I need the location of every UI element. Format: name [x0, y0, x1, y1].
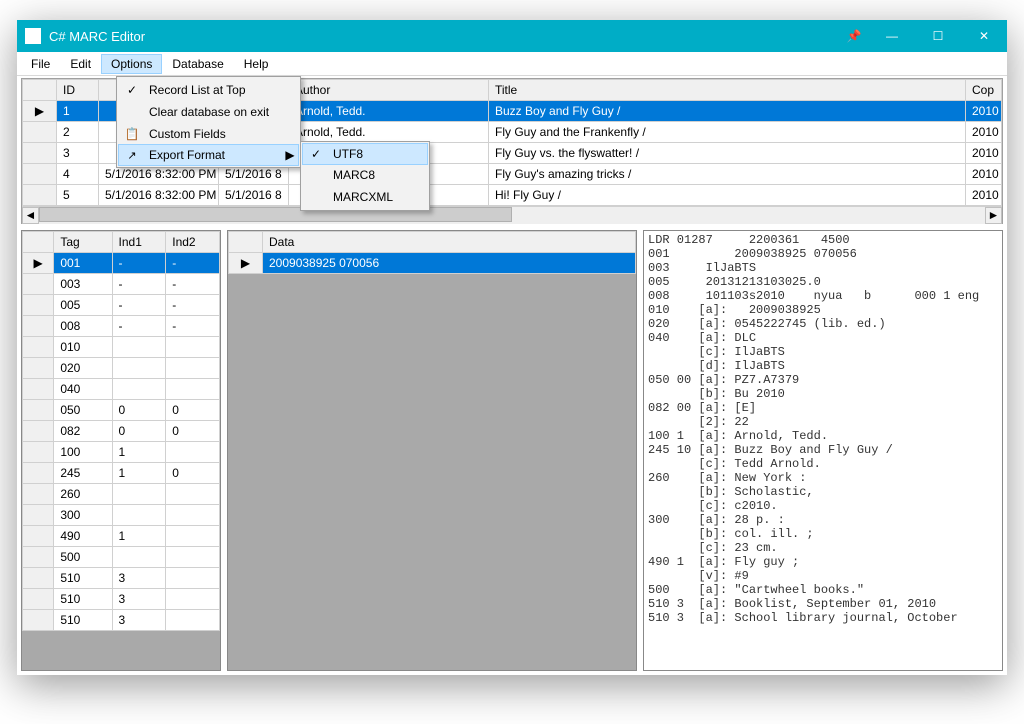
table-row[interactable]: 010	[23, 337, 220, 358]
table-row[interactable]: 55/1/2016 8:32:00 PM5/1/2016 8Hi! Fly Gu…	[23, 185, 1002, 206]
table-row[interactable]: 1001	[23, 442, 220, 463]
col-author[interactable]: Author	[289, 80, 489, 101]
table-row[interactable]: 020	[23, 358, 220, 379]
scroll-left-icon[interactable]: ◄	[22, 207, 39, 224]
col-copies[interactable]: Cop	[966, 80, 1002, 101]
table-row[interactable]: 008--	[23, 316, 220, 337]
col-title[interactable]: Title	[489, 80, 966, 101]
table-row[interactable]: ▶001--	[23, 253, 220, 274]
scroll-right-icon[interactable]: ►	[985, 207, 1002, 224]
check-icon	[127, 83, 137, 97]
title-bar: C# MARC Editor 📌 — ☐ ✕	[17, 20, 1007, 52]
options-dropdown: Record List at Top Clear database on exit…	[116, 76, 301, 168]
menu-help[interactable]: Help	[234, 54, 279, 74]
menu-item-label: Export Format	[145, 148, 282, 162]
submenu-arrow-icon: ▶	[282, 148, 298, 162]
submenu-item-marcxml[interactable]: MARCXML	[303, 186, 427, 208]
table-row[interactable]: 003--	[23, 274, 220, 295]
menu-item-label: Clear database on exit	[145, 105, 298, 119]
submenu-item-label: UTF8	[329, 147, 427, 161]
col-data[interactable]: Data	[263, 232, 636, 253]
maximize-button[interactable]: ☐	[915, 20, 961, 52]
submenu-item-label: MARCXML	[329, 190, 427, 204]
close-button[interactable]: ✕	[961, 20, 1007, 52]
col-tag[interactable]: Tag	[54, 232, 112, 253]
table-row[interactable]: 500	[23, 547, 220, 568]
export-format-submenu: UTF8 MARC8 MARCXML	[300, 141, 430, 211]
table-row[interactable]: 5103	[23, 589, 220, 610]
table-row[interactable]: 24510	[23, 463, 220, 484]
table-row[interactable]: 005--	[23, 295, 220, 316]
row-header-blank	[23, 80, 57, 101]
menu-item-label: Record List at Top	[145, 83, 298, 97]
table-row[interactable]: ▶2009038925 070056	[229, 253, 636, 274]
menu-item-label: Custom Fields	[145, 127, 298, 141]
submenu-item-utf8[interactable]: UTF8	[302, 143, 428, 165]
col-id[interactable]: ID	[57, 80, 99, 101]
minimize-button[interactable]: —	[869, 20, 915, 52]
data-grid[interactable]: Data ▶2009038925 070056	[227, 230, 637, 671]
menu-bar: File Edit Options Database Help	[17, 52, 1007, 76]
table-row[interactable]: 5103	[23, 568, 220, 589]
check-icon	[311, 147, 321, 161]
menu-item-record-list-at-top[interactable]: Record List at Top	[119, 79, 298, 101]
app-icon	[25, 28, 41, 44]
export-icon: ↗	[127, 149, 136, 162]
fields-icon: 📋	[125, 127, 140, 141]
menu-edit[interactable]: Edit	[60, 54, 101, 74]
table-row[interactable]: 08200	[23, 421, 220, 442]
col-ind1[interactable]: Ind1	[112, 232, 166, 253]
submenu-item-label: MARC8	[329, 168, 427, 182]
submenu-item-marc8[interactable]: MARC8	[303, 164, 427, 186]
menu-database[interactable]: Database	[162, 54, 233, 74]
window-title: C# MARC Editor	[49, 29, 839, 44]
pin-icon[interactable]: 📌	[839, 29, 869, 43]
raw-marc-panel[interactable]: LDR 01287 2200361 4500 001 2009038925 07…	[643, 230, 1003, 671]
menu-file[interactable]: File	[21, 54, 60, 74]
table-row[interactable]: 300	[23, 505, 220, 526]
table-row[interactable]: 260	[23, 484, 220, 505]
raw-marc-text: LDR 01287 2200361 4500 001 2009038925 07…	[648, 233, 998, 625]
table-row[interactable]: 040	[23, 379, 220, 400]
menu-item-clear-database-on-exit[interactable]: Clear database on exit	[119, 101, 298, 123]
menu-item-export-format[interactable]: ↗ Export Format▶	[118, 144, 299, 166]
menu-options[interactable]: Options	[101, 54, 162, 74]
tags-grid[interactable]: Tag Ind1 Ind2 ▶001--003--005--008--01002…	[21, 230, 221, 671]
menu-item-custom-fields[interactable]: 📋 Custom Fields	[119, 123, 298, 145]
col-ind2[interactable]: Ind2	[166, 232, 220, 253]
records-hscrollbar[interactable]: ◄ ►	[22, 206, 1002, 223]
table-row[interactable]: 4901	[23, 526, 220, 547]
table-row[interactable]: 5103	[23, 610, 220, 631]
table-row[interactable]: 05000	[23, 400, 220, 421]
